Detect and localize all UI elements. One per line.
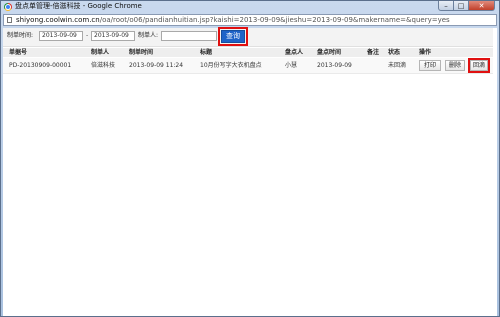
maker-input[interactable]: [161, 31, 217, 41]
delete-button[interactable]: 删除: [445, 60, 465, 71]
cell-maker: 倍滋科技: [91, 62, 116, 69]
browser-window: 盘点单管理-倍滋科技 - Google Chrome – □ ✕ shiyong…: [0, 0, 500, 317]
date-from-input[interactable]: 2013-09-09: [39, 31, 83, 41]
cell-status: 未回滴: [388, 62, 407, 69]
cell-title: 10月份写字大衣机盘点: [200, 62, 262, 69]
url-text[interactable]: shiyong.coolwin.com.cn/oa/root/o06/pandi…: [16, 15, 450, 25]
close-button[interactable]: ✕: [469, 1, 495, 11]
maximize-button[interactable]: □: [454, 1, 469, 11]
cell-doc-no: PD-20130909-00001: [9, 62, 72, 69]
address-bar[interactable]: shiyong.coolwin.com.cn/oa/root/o06/pandi…: [3, 14, 497, 26]
page-content: 制单时间: 2013-09-09 - 2013-09-09 制单人: 查询 单据…: [3, 27, 497, 316]
cell-make-time: 2013-09-09 11:24: [129, 62, 184, 69]
search-button[interactable]: 查询: [218, 27, 248, 46]
date-to-input[interactable]: 2013-09-09: [91, 31, 135, 41]
col-remark: 备注: [367, 49, 380, 56]
page-icon: [7, 17, 12, 23]
col-doc-no: 单据号: [9, 49, 28, 56]
table-row: PD-20130909-00001 倍滋科技 2013-09-09 11:24 …: [3, 58, 497, 74]
maker-label: 制单人:: [138, 32, 159, 39]
date-separator: -: [86, 32, 89, 39]
cell-counter: 小慧: [285, 62, 298, 69]
chrome-logo-icon: [4, 3, 12, 11]
print-button[interactable]: 打印: [419, 60, 441, 71]
scrollbar[interactable]: [493, 28, 497, 316]
col-actions: 操作: [419, 49, 432, 56]
url-domain: shiyong.coolwin.com.cn: [16, 16, 100, 24]
col-count-time: 盘点时间: [317, 49, 342, 56]
col-title: 标题: [200, 49, 213, 56]
col-status: 状态: [388, 49, 401, 56]
cell-count-time: 2013-09-09: [317, 62, 352, 69]
make-time-label: 制单时间:: [7, 32, 34, 39]
col-maker: 制单人: [91, 49, 110, 56]
url-path: /oa/root/o06/pandianhuitian.jsp?kaishi=2…: [99, 16, 450, 24]
minimize-button[interactable]: –: [438, 1, 454, 11]
rollback-button[interactable]: 回滴: [468, 58, 490, 73]
table-header: 单据号 制单人 制单时间 标题 盘点人 盘点时间 备注 状态 操作: [3, 48, 497, 57]
window-controls: – □ ✕: [438, 1, 495, 12]
title-bar: 盘点单管理-倍滋科技 - Google Chrome – □ ✕: [1, 1, 499, 13]
col-make-time: 制单时间: [129, 49, 154, 56]
filter-toolbar: 制单时间: 2013-09-09 - 2013-09-09 制单人: 查询: [3, 27, 497, 47]
window-title: 盘点单管理-倍滋科技 - Google Chrome: [15, 2, 142, 10]
col-counter: 盘点人: [285, 49, 304, 56]
